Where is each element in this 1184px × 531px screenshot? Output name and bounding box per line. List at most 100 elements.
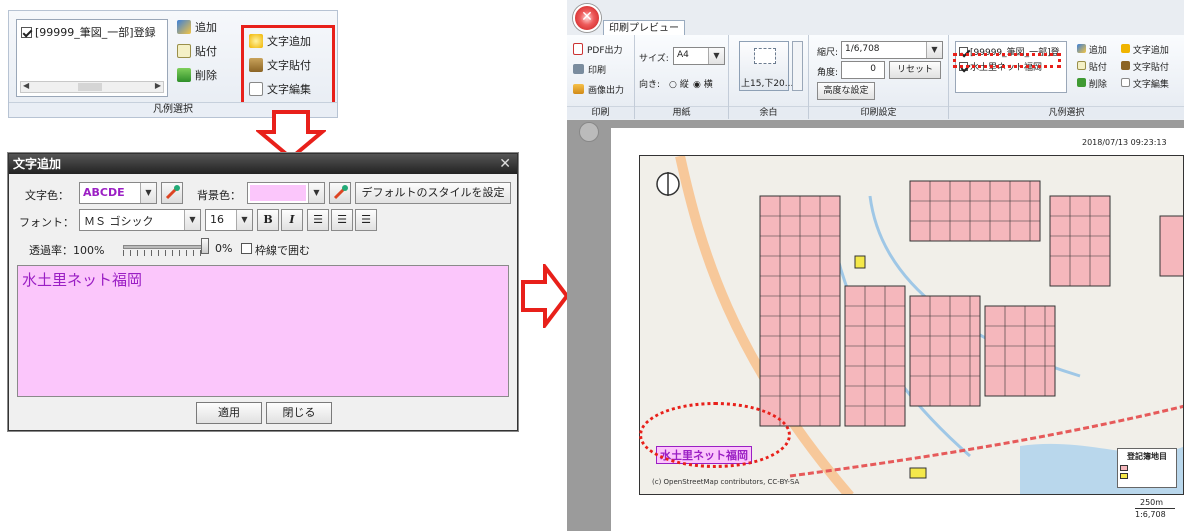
opacity-slider-ticks (123, 250, 207, 256)
legend-text-add-label: 文字追加 (267, 35, 311, 48)
italic-button[interactable]: I (281, 209, 303, 231)
legend-item-label: [99999_筆図_一部]登録 (35, 26, 156, 39)
apply-button[interactable]: 適用 (196, 402, 262, 424)
legend-selection-panel: [99999_筆図_一部]登録 ◀ ▶ 追加 貼付 削除 文字追加 文字貼付 文… (8, 10, 338, 118)
preview-text-paste-label: 文字貼付 (1132, 63, 1169, 73)
scroll-thumb[interactable] (77, 83, 102, 91)
pdf-output-button[interactable]: PDF出力 (573, 39, 623, 59)
align-left-button[interactable]: ☰ (307, 209, 329, 231)
text-edit-icon (1121, 78, 1130, 87)
border-checkbox[interactable] (241, 243, 252, 254)
landscape-label: 横 (703, 80, 713, 90)
preview-text-edit-label: 文字編集 (1132, 80, 1169, 90)
dialog-title: 文字追加 (9, 154, 517, 174)
legend-delete-button[interactable]: 削除 (177, 65, 217, 85)
font-size-select[interactable]: 16 ▼ (205, 209, 253, 231)
angle-value: 0 (870, 64, 876, 74)
align-right-icon: ☰ (361, 213, 371, 226)
advanced-settings-button[interactable]: 高度な設定 (817, 82, 875, 100)
paper-size-select[interactable]: A4 ▼ (673, 47, 725, 65)
tab-print-preview[interactable]: 印刷プレビュー (603, 20, 685, 36)
preview-text-paste-button[interactable]: 文字貼付 (1121, 60, 1169, 77)
orientation-portrait[interactable]: ○ 縦 (669, 77, 689, 90)
opacity-slider-track[interactable] (123, 245, 207, 249)
align-right-button[interactable]: ☰ (355, 209, 377, 231)
chevron-down-icon[interactable]: ▼ (708, 48, 724, 64)
margin-group: 上15,下20... 余白 (729, 35, 809, 119)
image-output-button[interactable]: 画像出力 (573, 79, 624, 99)
scale-select[interactable]: 1/6,708 ▼ (841, 41, 943, 59)
legend-text-add-button[interactable]: 文字追加 (249, 31, 311, 51)
chevron-down-icon[interactable]: ▼ (236, 210, 252, 230)
chevron-down-icon[interactable]: ▼ (140, 183, 156, 203)
scroll-left-icon[interactable]: ◀ (23, 81, 29, 90)
paper-size-value: A4 (677, 50, 689, 60)
pan-control-icon[interactable] (579, 122, 599, 142)
legend-list-item[interactable]: [99999_筆図_一部]登録 (21, 24, 156, 40)
bg-color-select[interactable]: ▼ (247, 182, 325, 204)
map-attribution: (c) OpenStreetMap contributors, CC-BY-SA (652, 478, 800, 486)
margin-button[interactable]: 上15,下20... (739, 41, 793, 91)
map-legend: 登記簿地目 (1117, 448, 1177, 488)
bg-color-picker-button[interactable] (329, 182, 351, 204)
legend-text-paste-label: 文字貼付 (267, 59, 311, 72)
legend-list-scrollbar[interactable]: ◀ ▶ (20, 81, 164, 93)
size-label: サイズ: (639, 54, 669, 64)
print-group-footer: 印刷 (567, 106, 634, 119)
angle-input[interactable]: 0 (841, 61, 885, 79)
text-color-picker-button[interactable] (161, 182, 183, 204)
close-icon[interactable]: ✕ (573, 4, 601, 32)
legend-text-edit-button[interactable]: 文字編集 (249, 79, 311, 99)
map-legend-row (1120, 465, 1174, 471)
legend-list[interactable]: [99999_筆図_一部]登録 ◀ ▶ (16, 19, 168, 97)
legend-text-paste-button[interactable]: 文字貼付 (249, 55, 311, 75)
text-color-label: 文字色： (25, 189, 69, 202)
print-preview-window: ✕ 印刷プレビュー PDF出力 印刷 画像出力 印刷 サイズ: A4 ▼ 向き:… (567, 0, 1184, 531)
align-left-icon: ☰ (313, 213, 323, 226)
close-button[interactable]: 閉じる (266, 402, 332, 424)
print-settings-group: 縮尺: 1/6,708 ▼ 角度: 0 リセット 高度な設定 印刷設定 (809, 35, 949, 119)
align-center-icon: ☰ (337, 213, 347, 226)
legend-item-checkbox[interactable] (21, 26, 32, 38)
align-center-button[interactable]: ☰ (331, 209, 353, 231)
text-add-icon (249, 34, 263, 48)
close-icon[interactable]: ✕ (499, 154, 511, 174)
margin-group-footer: 余白 (729, 106, 808, 119)
scroll-right-icon[interactable]: ▶ (155, 81, 161, 90)
pdf-output-label: PDF出力 (587, 45, 623, 56)
opacity-min-label: 0% (215, 242, 233, 255)
reset-button[interactable]: リセット (889, 61, 941, 79)
preview-text-edit-button[interactable]: 文字編集 (1121, 77, 1169, 94)
legend-add-button[interactable]: 追加 (177, 17, 217, 37)
text-color-select[interactable]: ABCDE ▼ (79, 182, 157, 204)
legend-add-label: 追加 (195, 21, 217, 34)
chevron-down-icon[interactable]: ▼ (308, 183, 324, 203)
print-button[interactable]: 印刷 (573, 59, 606, 79)
opacity-slider-thumb[interactable] (201, 238, 209, 254)
preview-add-label: 追加 (1088, 46, 1107, 56)
preview-delete-button[interactable]: 削除 (1077, 77, 1107, 94)
chevron-down-icon[interactable]: ▼ (184, 210, 200, 230)
border-label: 枠線で囲む (255, 244, 310, 257)
preview-paste-button[interactable]: 貼付 (1077, 60, 1107, 77)
preview-ribbon: PDF出力 印刷 画像出力 印刷 サイズ: A4 ▼ 向き: ○ 縦 ◉ 横 用… (567, 35, 1184, 119)
highlight-map-label (639, 402, 791, 468)
orientation-landscape[interactable]: ◉ 横 (693, 77, 713, 90)
preview-text-add-label: 文字追加 (1132, 46, 1169, 56)
legend-swatch-icon (1120, 465, 1128, 471)
eyedropper-icon (165, 185, 180, 200)
preview-text-add-button[interactable]: 文字追加 (1121, 43, 1169, 60)
preview-add-button[interactable]: 追加 (1077, 43, 1107, 60)
font-select[interactable]: ＭＳ ゴシック ▼ (79, 209, 201, 231)
legend-paste-button[interactable]: 貼付 (177, 41, 217, 61)
chevron-down-icon[interactable]: ▼ (926, 42, 942, 58)
text-content-area[interactable]: 水土里ネット福岡 (17, 265, 509, 397)
scale-label: 縮尺: (817, 48, 839, 58)
font-size-value: 16 (210, 213, 224, 226)
default-style-button[interactable]: デフォルトのスタイルを設定 (355, 182, 511, 204)
print-timestamp: 2018/07/13 09:23:13 (1082, 138, 1167, 147)
bold-button[interactable]: B (257, 209, 279, 231)
margin-scrollbar[interactable] (792, 41, 803, 91)
parcel-blocks (759, 180, 1183, 427)
right-arrow-icon (521, 264, 569, 328)
